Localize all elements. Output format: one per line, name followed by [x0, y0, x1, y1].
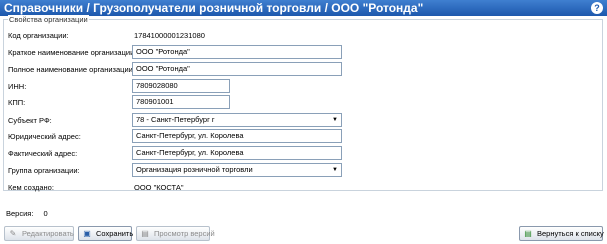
- view-versions-button[interactable]: ▤ Просмотр версий: [136, 226, 215, 241]
- save-button-label: Сохранить: [96, 229, 134, 238]
- created-by-value: ООО "КОСТА": [134, 183, 184, 192]
- actual-address-field[interactable]: Санкт-Петербург, ул. Королева: [132, 146, 342, 160]
- chevron-down-icon: ▼: [332, 167, 338, 173]
- edit-button[interactable]: ✎ Редактировать: [4, 226, 74, 241]
- list-back-icon: ▤: [524, 229, 532, 238]
- version-info: Версия: 0: [6, 209, 48, 218]
- group-select[interactable]: Организация розничной торговли ▼: [132, 163, 342, 177]
- code-value: 17841000001231080: [134, 31, 205, 40]
- group-value: Организация розничной торговли: [136, 165, 253, 174]
- code-label: Код организации:: [8, 31, 69, 40]
- full-name-label: Полное наименование организации:: [8, 65, 135, 74]
- help-icon[interactable]: ?: [591, 2, 603, 14]
- page-header: Справочники / Грузополучатели розничной …: [0, 0, 607, 16]
- back-to-list-button-label: Вернуться к списку: [537, 229, 604, 238]
- inn-label: ИНН:: [8, 82, 27, 91]
- full-name-field[interactable]: ООО "Ротонда": [132, 62, 342, 76]
- short-name-label: Краткое наименование организации:: [8, 48, 137, 57]
- kpp-label: КПП:: [8, 98, 26, 107]
- created-by-label: Кем создано:: [8, 183, 54, 192]
- page-title: Справочники / Грузополучатели розничной …: [4, 1, 424, 15]
- view-versions-button-label: Просмотр версий: [154, 229, 215, 238]
- short-name-field[interactable]: ООО "Ротонда": [132, 45, 342, 59]
- kpp-field[interactable]: 780901001: [132, 95, 230, 109]
- subject-select[interactable]: 78 - Санкт-Петербург г ▼: [132, 113, 342, 127]
- version-label: Версия:: [6, 209, 34, 218]
- legal-address-label: Юридический адрес:: [8, 132, 81, 141]
- group-label: Группа организации:: [8, 166, 80, 175]
- back-to-list-button[interactable]: ▤ Вернуться к списку: [519, 226, 604, 241]
- inn-field[interactable]: 7809028080: [132, 79, 230, 93]
- edit-button-label: Редактировать: [22, 229, 74, 238]
- chevron-down-icon: ▼: [332, 117, 338, 123]
- legal-address-field[interactable]: Санкт-Петербург, ул. Королева: [132, 129, 342, 143]
- actual-address-label: Фактический адрес:: [8, 149, 78, 158]
- disk-icon: ▣: [83, 229, 91, 238]
- subject-value: 78 - Санкт-Петербург г: [136, 115, 215, 124]
- document-icon: ▤: [141, 229, 149, 238]
- group-legend: Свойства организации: [8, 15, 89, 24]
- save-button[interactable]: ▣ Сохранить: [78, 226, 134, 241]
- version-value: 0: [43, 209, 48, 218]
- pencil-icon: ✎: [9, 229, 17, 238]
- subject-label: Субъект РФ:: [8, 116, 52, 125]
